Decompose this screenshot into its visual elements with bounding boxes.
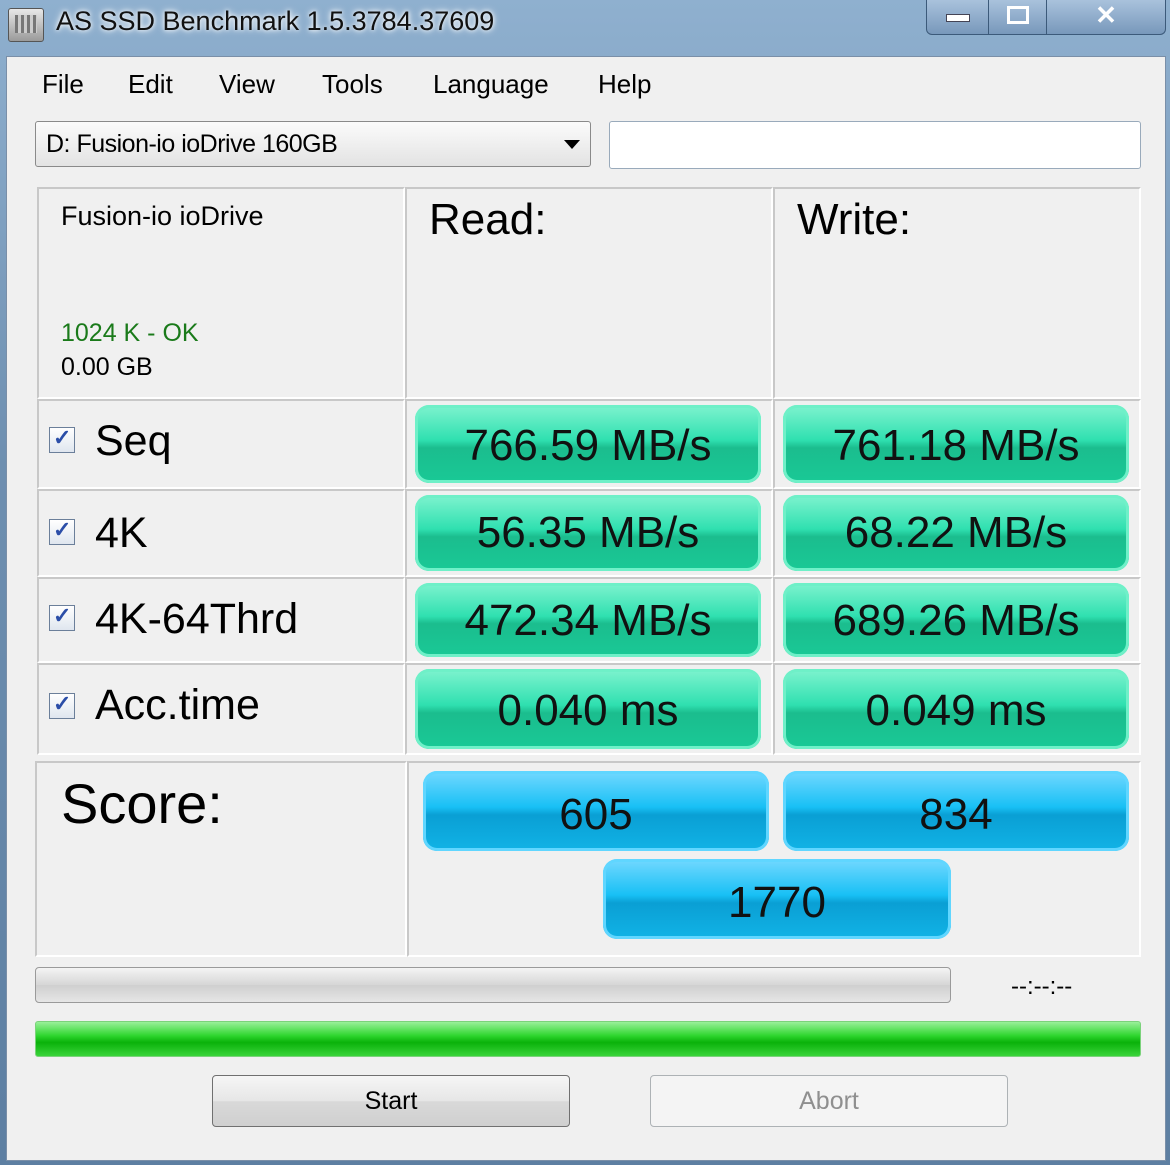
minimize-button[interactable] <box>926 0 990 35</box>
acctime-write-value: 0.049 ms <box>865 686 1047 735</box>
app-window: AS SSD Benchmark 1.5.3784.37609 ✕ File E… <box>0 0 1170 1165</box>
maximize-icon <box>1007 6 1029 24</box>
menu-bar: File Edit View Tools Language Help <box>7 57 1165 113</box>
abort-button[interactable]: Abort <box>650 1075 1008 1127</box>
write-header-cell: Write: <box>773 187 1141 399</box>
4k64-read-result: 472.34 MB/s <box>415 583 761 657</box>
4k-write-value: 68.22 MB/s <box>844 508 1068 557</box>
read-score-value: 605 <box>559 790 633 839</box>
minimize-icon <box>946 14 970 22</box>
4k-read-result: 56.35 MB/s <box>415 495 761 571</box>
elapsed-time: --:--:-- <box>1011 973 1073 1000</box>
score-values-cell: 605 834 1770 <box>407 761 1141 957</box>
write-header: Write: <box>797 195 912 244</box>
score-label: Score: <box>61 772 223 835</box>
drive-info-panel: Fusion-io ioDrive 1024 K - OK 0.00 GB <box>37 187 405 399</box>
total-score-value: 1770 <box>728 878 826 927</box>
write-score-value: 834 <box>919 790 993 839</box>
menu-tools[interactable]: Tools <box>322 69 383 100</box>
drive-dropdown[interactable]: D: Fusion-io ioDrive 160GB <box>35 121 591 167</box>
client-area: File Edit View Tools Language Help D: Fu… <box>6 56 1166 1161</box>
start-button[interactable]: Start <box>212 1075 570 1127</box>
4k64-read-value: 472.34 MB/s <box>464 596 712 645</box>
row-acctime-label-cell: Acc.time <box>37 663 405 755</box>
seq-write-result: 761.18 MB/s <box>783 405 1129 483</box>
total-score: 1770 <box>603 859 951 939</box>
4k-read-cell: 56.35 MB/s <box>405 489 773 577</box>
4k-write-result: 68.22 MB/s <box>783 495 1129 571</box>
row-4k64-label-cell: 4K-64Thrd <box>37 577 405 663</box>
4k64-checkbox[interactable] <box>49 603 75 631</box>
drive-size: 0.00 GB <box>61 353 153 381</box>
4k64-write-result: 689.26 MB/s <box>783 583 1129 657</box>
text-field[interactable] <box>609 121 1141 169</box>
window-title: AS SSD Benchmark 1.5.3784.37609 <box>56 6 495 36</box>
4k-checkbox[interactable] <box>49 517 75 545</box>
seq-write-value: 761.18 MB/s <box>832 421 1080 470</box>
read-header: Read: <box>429 195 547 244</box>
4k-label: 4K <box>95 509 148 557</box>
score-label-cell: Score: <box>35 761 407 957</box>
alignment-status: 1024 K - OK <box>61 319 199 347</box>
menu-edit[interactable]: Edit <box>128 69 173 100</box>
menu-view[interactable]: View <box>219 69 275 100</box>
4k64-read-cell: 472.34 MB/s <box>405 577 773 663</box>
chevron-down-icon <box>564 140 580 149</box>
maximize-button[interactable] <box>988 0 1048 35</box>
seq-read-cell: 766.59 MB/s <box>405 399 773 489</box>
menu-file[interactable]: File <box>42 69 84 100</box>
menu-language[interactable]: Language <box>433 69 549 100</box>
acctime-label: Acc.time <box>95 681 260 729</box>
row-4k-label-cell: 4K <box>37 489 405 577</box>
results-grid: Fusion-io ioDrive 1024 K - OK 0.00 GB Re… <box>37 187 1141 755</box>
read-header-cell: Read: <box>405 187 773 399</box>
acctime-read-result: 0.040 ms <box>415 669 761 749</box>
seq-write-cell: 761.18 MB/s <box>773 399 1141 489</box>
seq-read-result: 766.59 MB/s <box>415 405 761 483</box>
close-icon: ✕ <box>1095 0 1117 30</box>
caption-buttons: ✕ <box>926 0 1166 36</box>
4k-write-cell: 68.22 MB/s <box>773 489 1141 577</box>
acctime-read-value: 0.040 ms <box>497 686 679 735</box>
drive-name: Fusion-io ioDrive <box>61 201 264 231</box>
drive-dropdown-value: D: Fusion-io ioDrive 160GB <box>46 130 338 158</box>
4k-read-value: 56.35 MB/s <box>476 508 700 557</box>
seq-label: Seq <box>95 417 172 465</box>
close-button[interactable]: ✕ <box>1046 0 1166 35</box>
acctime-read-cell: 0.040 ms <box>405 663 773 755</box>
write-score: 834 <box>783 771 1129 851</box>
drive-icon <box>8 8 44 42</box>
row-seq-label-cell: Seq <box>37 399 405 489</box>
overall-progress-bar <box>35 1021 1141 1057</box>
acctime-checkbox[interactable] <box>49 691 75 719</box>
menu-help[interactable]: Help <box>598 69 651 100</box>
acctime-write-cell: 0.049 ms <box>773 663 1141 755</box>
test-progress-bar <box>35 967 951 1003</box>
read-score: 605 <box>423 771 769 851</box>
acctime-write-result: 0.049 ms <box>783 669 1129 749</box>
seq-checkbox[interactable] <box>49 425 75 453</box>
4k64-label: 4K-64Thrd <box>95 595 299 643</box>
title-bar[interactable]: AS SSD Benchmark 1.5.3784.37609 ✕ <box>0 0 1170 52</box>
4k64-write-cell: 689.26 MB/s <box>773 577 1141 663</box>
4k64-write-value: 689.26 MB/s <box>832 596 1080 645</box>
seq-read-value: 766.59 MB/s <box>464 421 712 470</box>
